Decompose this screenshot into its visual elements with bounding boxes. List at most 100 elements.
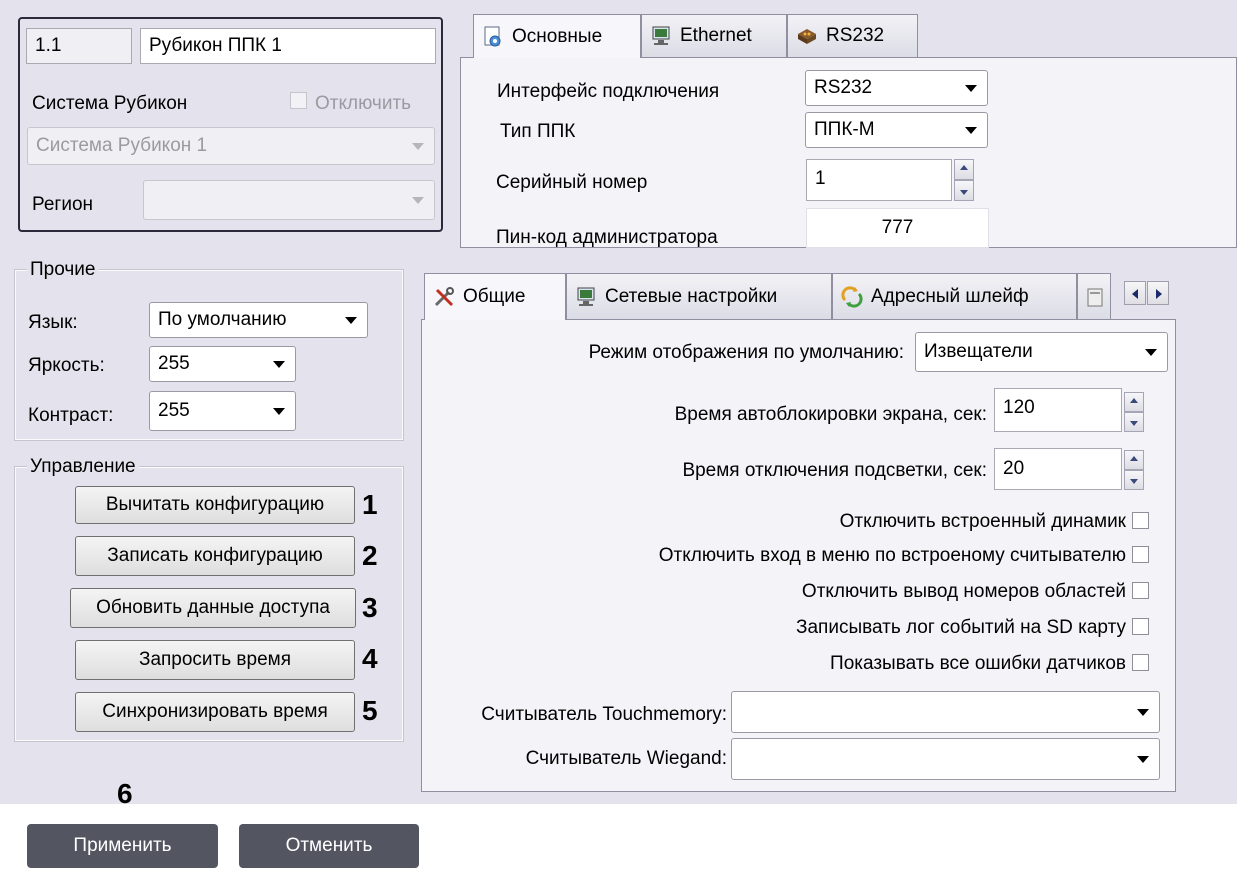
serial-input[interactable]: 1 bbox=[806, 159, 952, 201]
language-combo-value: По умолчанию bbox=[158, 309, 287, 330]
control-group-title: Управление bbox=[27, 457, 139, 476]
marker-4: 4 bbox=[362, 643, 378, 674]
chevron-down-icon bbox=[1137, 756, 1149, 763]
other-group-title: Прочие bbox=[27, 260, 99, 279]
disable-menu-reader-checkbox[interactable] bbox=[1132, 546, 1149, 563]
marker-6: 6 bbox=[117, 778, 133, 809]
network-monitor-icon bbox=[652, 26, 670, 45]
system-combo-value: Система Рубикон 1 bbox=[36, 135, 208, 156]
interface-combo[interactable]: RS232 bbox=[805, 70, 988, 106]
autolock-input[interactable]: 120 bbox=[994, 388, 1122, 432]
disable-label: Отключить bbox=[315, 93, 412, 114]
chevron-down-icon bbox=[1145, 349, 1157, 356]
sync-time-button[interactable]: Синхронизировать время bbox=[75, 692, 355, 732]
pin-label: Пин-код администратора bbox=[496, 227, 718, 248]
tab-network-settings[interactable]: Сетевые настройки bbox=[566, 273, 832, 319]
marker-1: 1 bbox=[362, 489, 378, 520]
checkbox-label-sensor-errors: Показывать все ошибки датчиков bbox=[830, 653, 1126, 674]
interface-combo-value: RS232 bbox=[814, 77, 873, 98]
type-combo-value: ППК-М bbox=[814, 119, 875, 140]
apply-button[interactable]: Применить bbox=[27, 824, 218, 868]
chevron-down-icon bbox=[412, 197, 424, 204]
address-loop-icon bbox=[841, 285, 863, 308]
serial-spinner[interactable] bbox=[954, 159, 974, 201]
cancel-button[interactable]: Отменить bbox=[239, 824, 419, 868]
tab-rs232-label: RS232 bbox=[826, 25, 885, 46]
backlight-input[interactable]: 20 bbox=[994, 448, 1122, 490]
tools-icon bbox=[434, 287, 454, 307]
region-label: Регион bbox=[32, 194, 94, 215]
chevron-down-icon bbox=[965, 127, 977, 134]
brightness-combo[interactable]: 255 bbox=[149, 346, 296, 382]
device-name-field[interactable]: Рубикон ППК 1 bbox=[140, 28, 436, 64]
touchmemory-label: Считыватель Touchmemory: bbox=[481, 704, 727, 725]
region-combo[interactable] bbox=[143, 180, 435, 220]
pin-input[interactable]: 777 bbox=[806, 208, 989, 248]
marker-2: 2 bbox=[362, 540, 378, 571]
system-combo[interactable]: Система Рубикон 1 bbox=[27, 127, 435, 165]
chevron-left-icon bbox=[1132, 289, 1138, 299]
update-access-data-button[interactable]: Обновить данные доступа bbox=[70, 588, 356, 628]
tab-rs232[interactable]: RS232 bbox=[787, 14, 918, 57]
spin-up-button[interactable] bbox=[1124, 392, 1144, 412]
chevron-down-icon bbox=[345, 317, 357, 324]
tab-general-label: Общие bbox=[463, 286, 526, 307]
file-icon bbox=[1087, 288, 1103, 306]
read-config-button[interactable]: Вычитать конфигурацию bbox=[75, 486, 355, 524]
touchmemory-combo[interactable] bbox=[731, 691, 1160, 733]
marker-3: 3 bbox=[362, 592, 378, 623]
tab-general[interactable]: Общие bbox=[424, 273, 566, 320]
spin-down-button[interactable] bbox=[1124, 470, 1144, 490]
brightness-label: Яркость: bbox=[28, 355, 105, 376]
checkbox-label-speaker: Отключить встроенный динамик bbox=[839, 511, 1126, 532]
request-time-button[interactable]: Запросить время bbox=[75, 640, 355, 680]
checkbox-label-area-numbers: Отключить вывод номеров областей bbox=[801, 581, 1126, 602]
display-mode-label: Режим отображения по умолчанию: bbox=[588, 342, 904, 363]
tab-basic[interactable]: Основные bbox=[473, 14, 641, 58]
tab-address-loop-label: Адресный шлейф bbox=[871, 285, 1029, 307]
tab-ethernet-label: Ethernet bbox=[680, 25, 752, 46]
contrast-label: Контраст: bbox=[28, 405, 114, 426]
tab-basic-label: Основные bbox=[512, 25, 603, 47]
disable-speaker-checkbox[interactable] bbox=[1132, 512, 1149, 529]
serial-port-icon bbox=[798, 29, 816, 44]
wiegand-label: Считыватель Wiegand: bbox=[525, 748, 727, 769]
checkbox-label-sd-log: Записывать лог событий на SD карту bbox=[796, 617, 1126, 638]
sd-log-checkbox[interactable] bbox=[1132, 618, 1149, 635]
network-monitor-icon bbox=[577, 287, 595, 306]
type-combo[interactable]: ППК-М bbox=[805, 112, 988, 148]
autolock-spinner[interactable] bbox=[1124, 392, 1144, 432]
backlight-label: Время отключения подсветки, сек: bbox=[682, 460, 987, 481]
disable-area-numbers-checkbox[interactable] bbox=[1132, 582, 1149, 599]
type-label: Тип ППК bbox=[500, 121, 576, 142]
wiegand-combo[interactable] bbox=[731, 738, 1160, 780]
marker-5: 5 bbox=[362, 695, 378, 726]
backlight-spinner[interactable] bbox=[1124, 450, 1144, 490]
display-mode-combo-value: Извещатели bbox=[924, 341, 1033, 362]
contrast-combo[interactable]: 255 bbox=[149, 391, 296, 431]
spin-up-button[interactable] bbox=[1124, 450, 1144, 470]
autolock-label: Время автоблокировки экрана, сек: bbox=[674, 404, 987, 425]
spin-down-button[interactable] bbox=[1124, 412, 1144, 432]
chevron-down-icon bbox=[412, 143, 424, 150]
language-combo[interactable]: По умолчанию bbox=[149, 302, 368, 338]
display-mode-combo[interactable]: Извещатели bbox=[915, 332, 1168, 372]
disable-checkbox[interactable] bbox=[290, 92, 307, 109]
chevron-right-icon bbox=[1156, 289, 1162, 299]
interface-label: Интерфейс подключения bbox=[497, 81, 720, 102]
spin-down-button[interactable] bbox=[954, 180, 974, 201]
tab-more[interactable] bbox=[1077, 273, 1111, 319]
device-address-field[interactable]: 1.1 bbox=[26, 28, 132, 64]
tab-scroll-left-button[interactable] bbox=[1124, 281, 1146, 305]
tab-address-loop[interactable]: Адресный шлейф bbox=[832, 273, 1077, 319]
sensor-errors-checkbox[interactable] bbox=[1132, 654, 1149, 671]
write-config-button[interactable]: Записать конфигурацию bbox=[75, 536, 355, 576]
chevron-down-icon bbox=[1137, 709, 1149, 716]
chevron-down-icon bbox=[273, 408, 285, 415]
tab-ethernet[interactable]: Ethernet bbox=[641, 14, 787, 57]
chevron-down-icon bbox=[965, 85, 977, 92]
serial-label: Серийный номер bbox=[496, 172, 648, 193]
spin-up-button[interactable] bbox=[954, 159, 974, 180]
tab-scroll-right-button[interactable] bbox=[1147, 281, 1169, 305]
checkbox-label-menu-reader: Отключить вход в меню по встроеному счит… bbox=[658, 545, 1126, 566]
